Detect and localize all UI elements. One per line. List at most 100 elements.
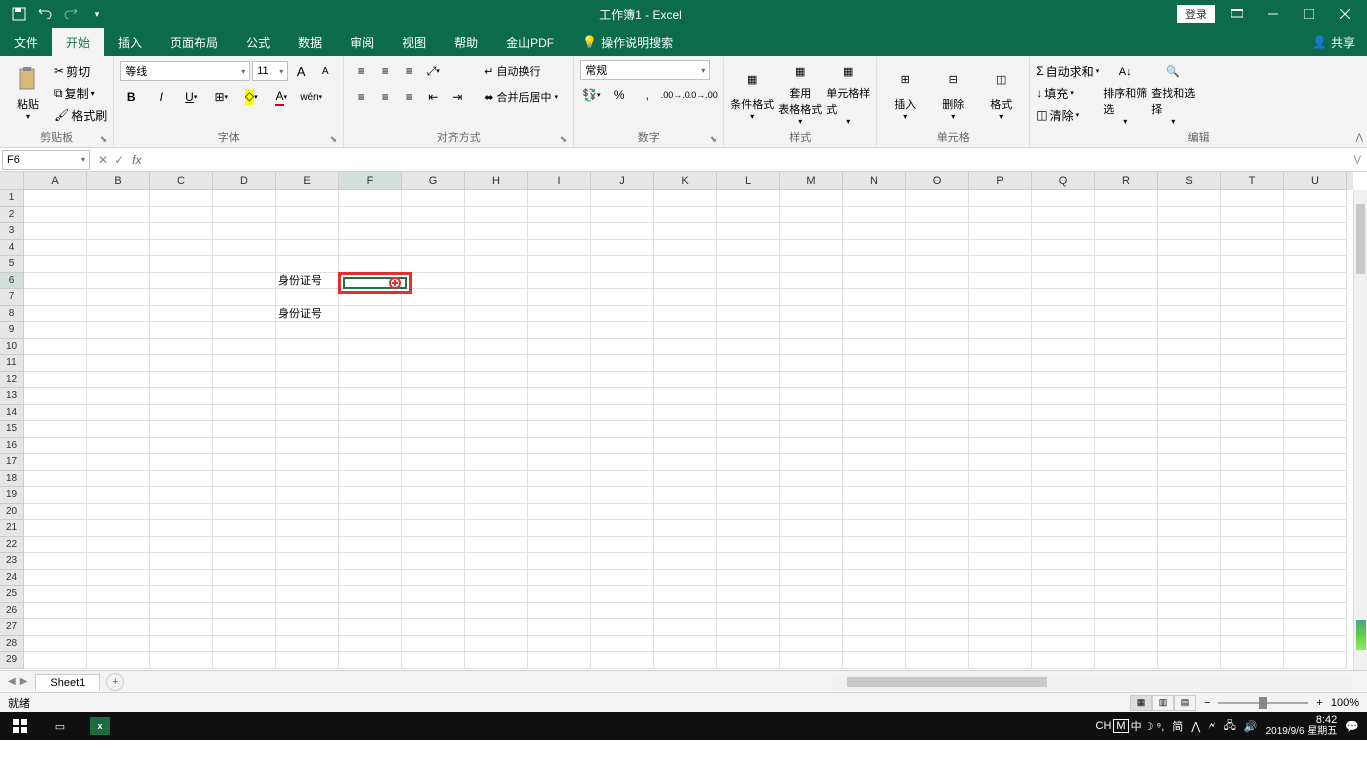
cell-P6[interactable] xyxy=(969,273,1032,290)
cell-D24[interactable] xyxy=(213,570,276,587)
cell-E16[interactable] xyxy=(276,438,339,455)
cell-D10[interactable] xyxy=(213,339,276,356)
cell-S12[interactable] xyxy=(1158,372,1221,389)
cell-N7[interactable] xyxy=(843,289,906,306)
cell-N17[interactable] xyxy=(843,454,906,471)
cell-L16[interactable] xyxy=(717,438,780,455)
cell-U7[interactable] xyxy=(1284,289,1347,306)
cell-C21[interactable] xyxy=(150,520,213,537)
cell-I8[interactable] xyxy=(528,306,591,323)
row-header-16[interactable]: 16 xyxy=(0,438,24,455)
cell-D23[interactable] xyxy=(213,553,276,570)
indent-inc-button[interactable]: ⇥ xyxy=(446,86,468,108)
col-header-G[interactable]: G xyxy=(402,172,465,190)
cell-K2[interactable] xyxy=(654,207,717,224)
cell-U26[interactable] xyxy=(1284,603,1347,620)
cell-M13[interactable] xyxy=(780,388,843,405)
cell-U23[interactable] xyxy=(1284,553,1347,570)
cell-P4[interactable] xyxy=(969,240,1032,257)
cell-O17[interactable] xyxy=(906,454,969,471)
cell-T15[interactable] xyxy=(1221,421,1284,438)
cell-M2[interactable] xyxy=(780,207,843,224)
row-header-4[interactable]: 4 xyxy=(0,240,24,257)
cell-A20[interactable] xyxy=(24,504,87,521)
col-header-O[interactable]: O xyxy=(906,172,969,190)
cell-B27[interactable] xyxy=(87,619,150,636)
cell-G19[interactable] xyxy=(402,487,465,504)
cell-C17[interactable] xyxy=(150,454,213,471)
cell-A14[interactable] xyxy=(24,405,87,422)
row-header-21[interactable]: 21 xyxy=(0,520,24,537)
cell-S7[interactable] xyxy=(1158,289,1221,306)
cell-F25[interactable] xyxy=(339,586,402,603)
cell-J21[interactable] xyxy=(591,520,654,537)
cell-F28[interactable] xyxy=(339,636,402,653)
cell-S2[interactable] xyxy=(1158,207,1221,224)
cell-I19[interactable] xyxy=(528,487,591,504)
cell-P22[interactable] xyxy=(969,537,1032,554)
cell-K10[interactable] xyxy=(654,339,717,356)
cell-D1[interactable] xyxy=(213,190,276,207)
cell-T3[interactable] xyxy=(1221,223,1284,240)
cell-H7[interactable] xyxy=(465,289,528,306)
cell-D17[interactable] xyxy=(213,454,276,471)
cell-F27[interactable] xyxy=(339,619,402,636)
cell-T5[interactable] xyxy=(1221,256,1284,273)
cell-K16[interactable] xyxy=(654,438,717,455)
col-header-T[interactable]: T xyxy=(1221,172,1284,190)
cell-U15[interactable] xyxy=(1284,421,1347,438)
cell-R2[interactable] xyxy=(1095,207,1158,224)
cell-M12[interactable] xyxy=(780,372,843,389)
cell-Q27[interactable] xyxy=(1032,619,1095,636)
cell-L20[interactable] xyxy=(717,504,780,521)
cell-J1[interactable] xyxy=(591,190,654,207)
cell-P19[interactable] xyxy=(969,487,1032,504)
cell-L28[interactable] xyxy=(717,636,780,653)
row-header-10[interactable]: 10 xyxy=(0,339,24,356)
cell-P25[interactable] xyxy=(969,586,1032,603)
cell-M10[interactable] xyxy=(780,339,843,356)
cell-G28[interactable] xyxy=(402,636,465,653)
cell-O5[interactable] xyxy=(906,256,969,273)
cell-Q3[interactable] xyxy=(1032,223,1095,240)
delete-cells-button[interactable]: ⊟删除▾ xyxy=(931,60,975,126)
font-launcher-icon[interactable]: ⬊ xyxy=(330,134,338,145)
cell-R1[interactable] xyxy=(1095,190,1158,207)
cell-F7[interactable] xyxy=(339,289,402,306)
cell-I14[interactable] xyxy=(528,405,591,422)
cell-M29[interactable] xyxy=(780,652,843,669)
cell-N24[interactable] xyxy=(843,570,906,587)
cell-S9[interactable] xyxy=(1158,322,1221,339)
cell-U16[interactable] xyxy=(1284,438,1347,455)
cell-H18[interactable] xyxy=(465,471,528,488)
cell-S18[interactable] xyxy=(1158,471,1221,488)
cell-Q7[interactable] xyxy=(1032,289,1095,306)
row-header-19[interactable]: 19 xyxy=(0,487,24,504)
col-header-P[interactable]: P xyxy=(969,172,1032,190)
cell-J14[interactable] xyxy=(591,405,654,422)
cell-U28[interactable] xyxy=(1284,636,1347,653)
cell-G29[interactable] xyxy=(402,652,465,669)
qat-more-icon[interactable]: ▾ xyxy=(90,7,104,21)
cell-U13[interactable] xyxy=(1284,388,1347,405)
cell-T4[interactable] xyxy=(1221,240,1284,257)
cell-Q26[interactable] xyxy=(1032,603,1095,620)
cell-F26[interactable] xyxy=(339,603,402,620)
ime-indicator[interactable]: CH M 中 ☽ ⁹, xyxy=(1096,718,1165,734)
cell-Q24[interactable] xyxy=(1032,570,1095,587)
cell-R13[interactable] xyxy=(1095,388,1158,405)
cell-H14[interactable] xyxy=(465,405,528,422)
cell-F9[interactable] xyxy=(339,322,402,339)
cell-O15[interactable] xyxy=(906,421,969,438)
col-header-B[interactable]: B xyxy=(87,172,150,190)
cell-B20[interactable] xyxy=(87,504,150,521)
cell-P1[interactable] xyxy=(969,190,1032,207)
row-headers[interactable]: 1234567891011121314151617181920212223242… xyxy=(0,190,24,669)
cell-B25[interactable] xyxy=(87,586,150,603)
cell-J28[interactable] xyxy=(591,636,654,653)
grow-font-button[interactable]: A xyxy=(290,60,312,82)
cell-D8[interactable] xyxy=(213,306,276,323)
cell-T21[interactable] xyxy=(1221,520,1284,537)
cell-L11[interactable] xyxy=(717,355,780,372)
cell-S23[interactable] xyxy=(1158,553,1221,570)
